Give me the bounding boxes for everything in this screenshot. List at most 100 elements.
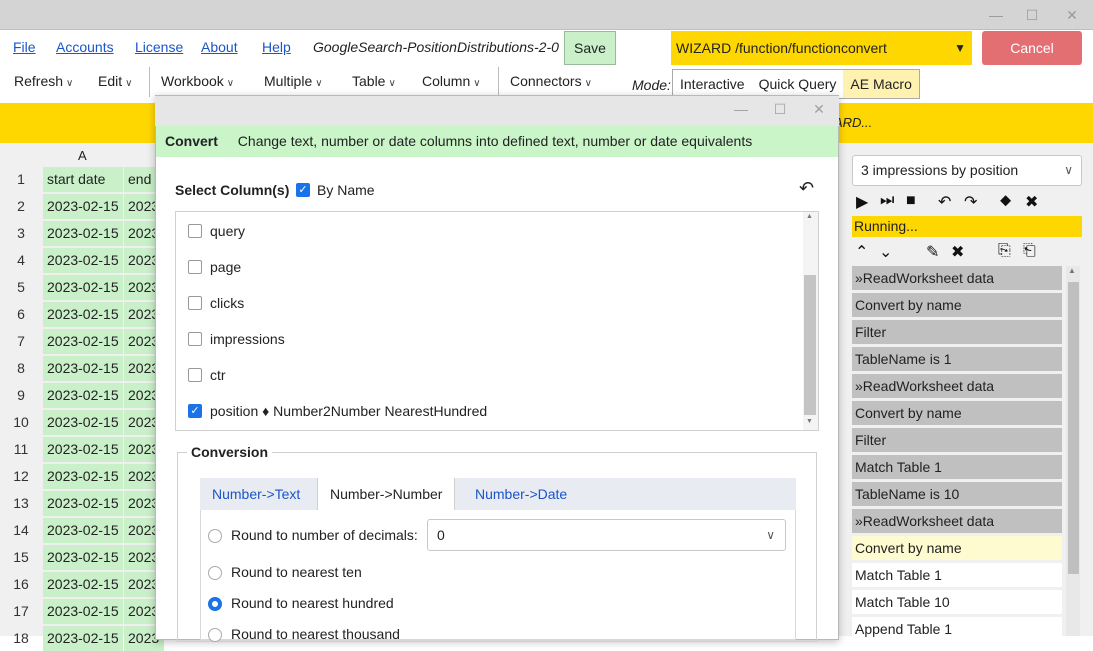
menu-license[interactable]: License: [135, 39, 183, 55]
round-option-radio[interactable]: [208, 597, 222, 611]
save-button[interactable]: Save: [564, 31, 616, 65]
macro-step-item[interactable]: Match Table 10: [852, 590, 1062, 614]
cancel-button[interactable]: Cancel: [982, 31, 1082, 65]
maximize-icon[interactable]: ☐: [1022, 6, 1042, 24]
cell-a[interactable]: 2023-02-15: [43, 383, 123, 408]
column-checkbox[interactable]: [188, 224, 202, 238]
toolbar-table[interactable]: Table ∨: [352, 73, 396, 89]
column-checkbox[interactable]: [188, 260, 202, 274]
column-name-label: clicks: [210, 295, 245, 311]
minimize-icon[interactable]: —: [986, 6, 1006, 24]
macro-step-item[interactable]: Append Table 1: [852, 617, 1062, 641]
cell-a[interactable]: 2023-02-15: [43, 194, 123, 219]
row-number: 6: [17, 306, 25, 322]
column-header-a[interactable]: A: [78, 148, 87, 163]
round-decimals-radio[interactable]: [208, 529, 222, 543]
round-option-label: Round to nearest hundred: [231, 595, 394, 611]
window-title-bar: [0, 0, 1093, 30]
cell-a[interactable]: 2023-02-15: [43, 626, 123, 651]
reset-icon[interactable]: ↶: [799, 178, 814, 199]
cell-a[interactable]: 2023-02-15: [43, 437, 123, 462]
play-icon[interactable]: ▶: [856, 192, 868, 212]
macro-step-select[interactable]: 3 impressions by position ∨: [852, 155, 1082, 186]
mode-ae-macro[interactable]: AE Macro: [843, 70, 919, 98]
cell-a[interactable]: 2023-02-15: [43, 410, 123, 435]
cell-a[interactable]: 2023-02-15: [43, 356, 123, 381]
cell-a[interactable]: 2023-02-15: [43, 464, 123, 489]
cell-a[interactable]: 2023-02-15: [43, 599, 123, 624]
tab-number-to-text[interactable]: Number->Text: [200, 478, 312, 510]
column-list-scroll-thumb[interactable]: [804, 275, 816, 415]
dialog-minimize-icon[interactable]: —: [731, 101, 751, 117]
column-checkbox[interactable]: [188, 332, 202, 346]
move-down-icon[interactable]: ⌄: [879, 242, 892, 262]
wizard-select[interactable]: WIZARD /function/functionconvert ▼: [671, 31, 972, 65]
move-up-icon[interactable]: ⌃: [855, 242, 868, 262]
by-name-label: By Name: [317, 182, 375, 198]
macro-list-scroll-thumb[interactable]: [1068, 282, 1079, 574]
menu-accounts[interactable]: Accounts: [56, 39, 114, 55]
row-number: 8: [17, 360, 25, 376]
macro-step-item[interactable]: TableName is 1: [852, 347, 1062, 371]
decimals-select[interactable]: 0 ∨: [427, 519, 786, 551]
cell-a[interactable]: 2023-02-15: [43, 491, 123, 516]
macro-step-item[interactable]: »ReadWorksheet data: [852, 266, 1062, 290]
redo-icon[interactable]: ↷: [964, 192, 977, 212]
paste-icon[interactable]: ⎗: [1023, 242, 1036, 260]
chevron-down-icon: ∨: [766, 528, 775, 542]
macro-step-item[interactable]: TableName is 10: [852, 482, 1062, 506]
cell-a[interactable]: 2023-02-15: [43, 545, 123, 570]
macro-step-item[interactable]: Convert by name: [852, 293, 1062, 317]
cell-a[interactable]: 2023-02-15: [43, 248, 123, 273]
dialog-maximize-icon[interactable]: ☐: [770, 101, 790, 118]
tag-icon[interactable]: ⬥: [1000, 192, 1011, 210]
tab-number-to-number[interactable]: Number->Number: [317, 478, 456, 510]
macro-step-item[interactable]: Filter: [852, 320, 1062, 344]
macro-step-item[interactable]: Filter: [852, 428, 1062, 452]
column-checkbox[interactable]: ✓: [188, 404, 202, 418]
step-forward-icon[interactable]: ⏭: [880, 192, 894, 210]
menu-about[interactable]: About: [201, 39, 238, 55]
tab-number-to-date[interactable]: Number->Date: [463, 478, 579, 510]
by-name-checkbox[interactable]: ✓: [296, 183, 310, 197]
menu-file[interactable]: File: [13, 39, 36, 55]
column-checkbox[interactable]: [188, 368, 202, 382]
round-option-radio[interactable]: [208, 628, 222, 642]
toolbar-refresh[interactable]: Refresh ∨: [14, 73, 73, 89]
edit-icon[interactable]: ✎: [926, 242, 939, 262]
toolbar-column[interactable]: Column ∨: [422, 73, 481, 89]
menu-help[interactable]: Help: [262, 39, 291, 55]
cell-a[interactable]: 2023-02-15: [43, 275, 123, 300]
cell-a[interactable]: 2023-02-15: [43, 329, 123, 354]
stop-icon[interactable]: ■: [906, 192, 916, 210]
cell-a[interactable]: 2023-02-15: [43, 302, 123, 327]
macro-step-item[interactable]: Convert by name: [852, 401, 1062, 425]
toolbar-workbook[interactable]: Workbook ∨: [161, 73, 234, 89]
scroll-up-icon[interactable]: ▲: [1068, 266, 1076, 275]
toolbar-edit[interactable]: Edit ∨: [98, 73, 132, 89]
macro-step-item[interactable]: »ReadWorksheet data: [852, 509, 1062, 533]
column-checkbox[interactable]: [188, 296, 202, 310]
toolbar-multiple[interactable]: Multiple ∨: [264, 73, 323, 89]
delete-icon[interactable]: ✖: [1025, 192, 1038, 212]
copy-icon[interactable]: ⎘: [998, 242, 1011, 260]
dialog-close-icon[interactable]: ✕: [809, 101, 829, 118]
close-icon[interactable]: ✕: [1062, 6, 1082, 24]
scroll-down-icon[interactable]: ▼: [806, 418, 813, 425]
macro-step-item[interactable]: Match Table 1: [852, 563, 1062, 587]
mode-quick-query[interactable]: Quick Query: [752, 70, 844, 98]
macro-step-item[interactable]: »ReadWorksheet data: [852, 374, 1062, 398]
scroll-up-icon[interactable]: ▲: [806, 213, 813, 220]
undo-icon[interactable]: ↶: [938, 192, 951, 212]
cell-a[interactable]: 2023-02-15: [43, 518, 123, 543]
chevron-down-icon: ∨: [66, 78, 74, 89]
mode-interactive[interactable]: Interactive: [673, 70, 752, 98]
macro-step-item[interactable]: Convert by name: [852, 536, 1062, 560]
toolbar-connectors[interactable]: Connectors ∨: [510, 73, 592, 89]
remove-step-icon[interactable]: ✖: [951, 242, 964, 262]
cell-a[interactable]: start date: [43, 167, 123, 192]
cell-a[interactable]: 2023-02-15: [43, 572, 123, 597]
cell-a[interactable]: 2023-02-15: [43, 221, 123, 246]
round-option-radio[interactable]: [208, 566, 222, 580]
macro-step-item[interactable]: Match Table 1: [852, 455, 1062, 479]
